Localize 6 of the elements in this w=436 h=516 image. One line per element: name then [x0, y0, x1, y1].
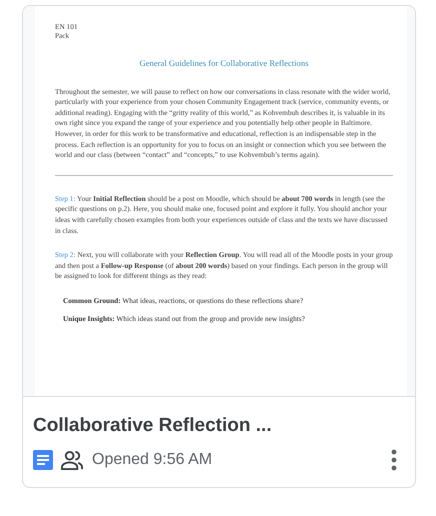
- file-card[interactable]: [22, 5, 416, 488]
- document-title: General Guidelines for Collaborative Reflections: [138, 58, 310, 69]
- opened-time: Opened 9:56 AM: [92, 451, 212, 469]
- file-name: Collaborative Reflection ...: [33, 415, 273, 437]
- more-icon: [391, 449, 397, 471]
- document-icon: [33, 450, 53, 470]
